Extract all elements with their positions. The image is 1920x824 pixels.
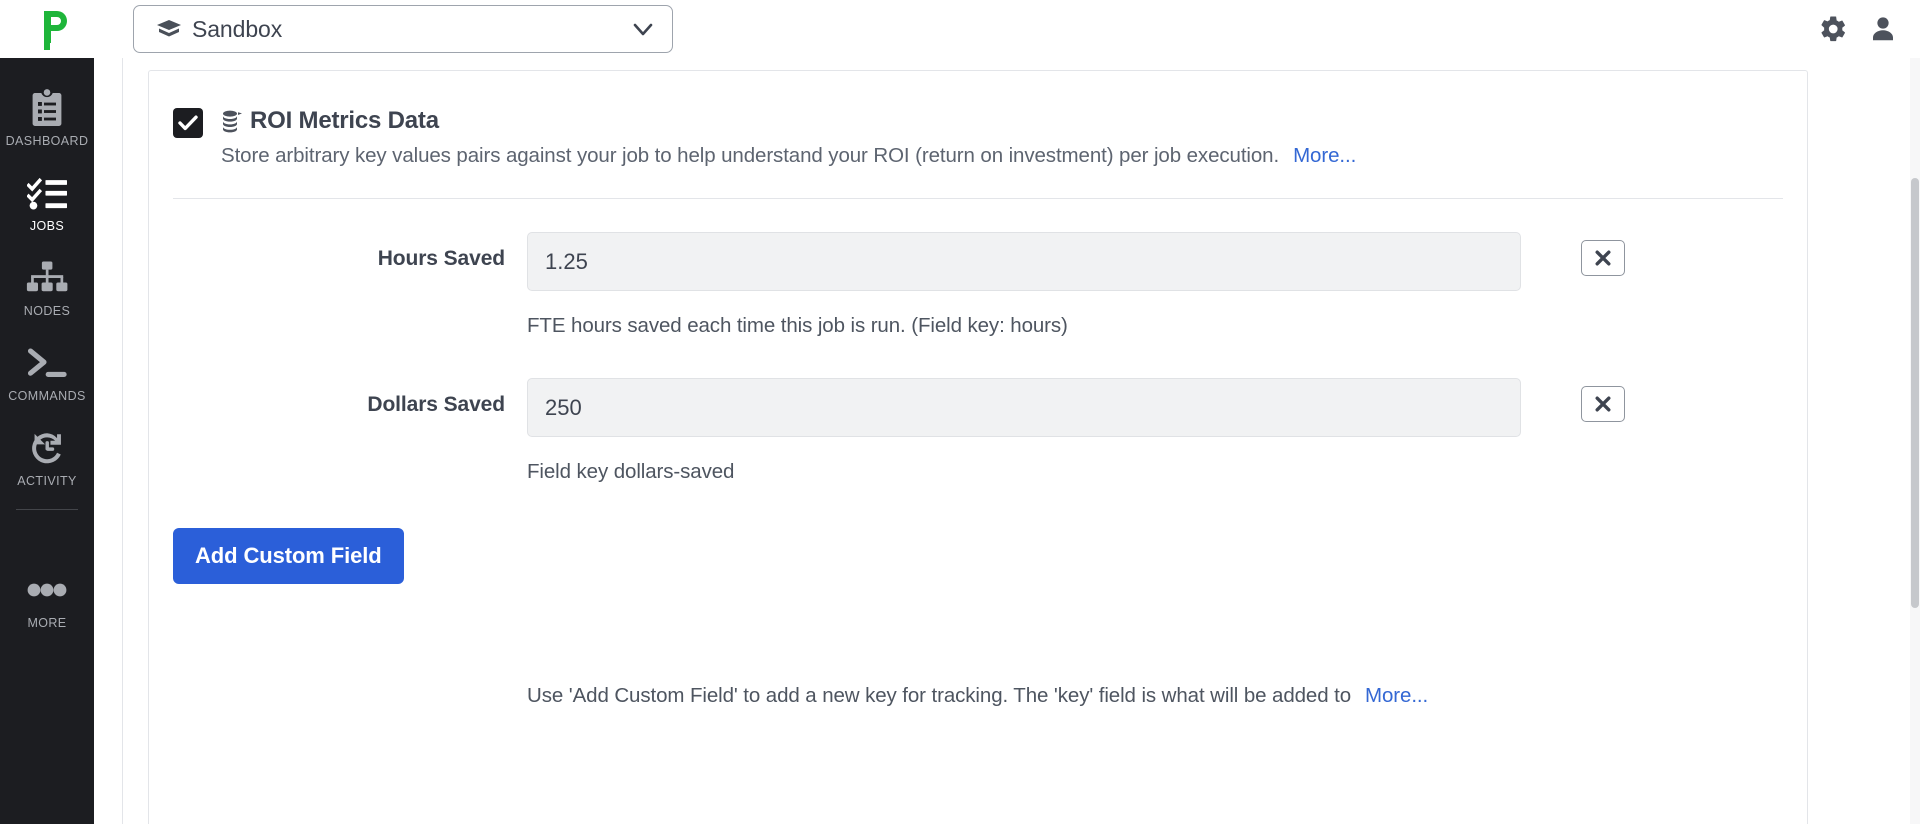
roi-section-title: ROI Metrics Data (250, 107, 439, 134)
coins-icon (221, 109, 243, 133)
sidebar-item-label: MORE (27, 616, 67, 630)
sidebar-item-label: ACTIVITY (17, 474, 77, 488)
add-custom-field-note: Use 'Add Custom Field' to add a new key … (527, 684, 1783, 708)
main-content: ROI Metrics Data Store arbitrary key val… (94, 58, 1920, 824)
roi-metrics-checkbox[interactable] (173, 108, 203, 138)
add-custom-field-row: Add Custom Field (173, 528, 1783, 584)
roi-description-text: Store arbitrary key values pairs against… (221, 144, 1280, 167)
ellipsis-icon (25, 569, 69, 611)
close-x-icon (1595, 396, 1611, 412)
section-divider (173, 198, 1783, 199)
roi-description-more-link[interactable]: More... (1293, 144, 1356, 167)
roi-section-header: ROI Metrics Data Store arbitrary key val… (173, 107, 1783, 168)
top-bar: Sandbox (0, 0, 1920, 58)
close-x-icon (1595, 250, 1611, 266)
sidebar-item-nodes[interactable]: NODES (0, 244, 94, 329)
roi-section-description: Store arbitrary key values pairs against… (221, 144, 1356, 168)
sidebar-item-label: JOBS (29, 219, 65, 233)
tasks-checklist-icon (27, 172, 67, 214)
check-icon (178, 115, 198, 131)
sidebar-item-label: COMMANDS (8, 389, 86, 403)
sidebar-item-jobs[interactable]: JOBS (0, 159, 94, 244)
content-rail (122, 58, 123, 824)
field-label-hours-saved: Hours Saved (377, 247, 505, 270)
sidebar-item-label: NODES (23, 304, 71, 318)
add-custom-field-more-link[interactable]: More... (1365, 684, 1428, 707)
remove-dollars-saved-button[interactable] (1581, 386, 1625, 422)
add-custom-field-button[interactable]: Add Custom Field (173, 528, 404, 584)
sidebar-item-activity[interactable]: ACTIVITY (0, 414, 94, 499)
app-logo[interactable] (0, 0, 115, 58)
chevron-down-icon (630, 16, 656, 42)
hours-saved-help: FTE hours saved each time this job is ru… (527, 314, 1068, 337)
field-row-hours-saved: Hours Saved FTE hours saved each time th… (173, 232, 1783, 338)
tenant-selector[interactable]: Sandbox (133, 5, 673, 53)
users-group-icon (156, 18, 182, 40)
field-row-dollars-saved: Dollars Saved Field key dollars-saved (173, 378, 1783, 484)
sidebar: DASHBOARD JOBS NODES COMMANDS ACTIVITY M… (0, 58, 94, 824)
sidebar-divider (16, 509, 78, 510)
sidebar-item-more[interactable]: MORE (0, 556, 94, 641)
terminal-prompt-icon (26, 342, 68, 384)
sidebar-item-dashboard[interactable]: DASHBOARD (0, 74, 94, 159)
add-custom-field-note-text: Use 'Add Custom Field' to add a new key … (527, 684, 1352, 707)
page-scrollbar-thumb[interactable] (1911, 178, 1919, 608)
pulse-logo-icon (41, 9, 75, 50)
history-clock-icon (28, 427, 66, 469)
user-icon[interactable] (1868, 14, 1898, 44)
top-bar-actions (1818, 14, 1920, 44)
dollars-saved-input[interactable] (527, 378, 1521, 437)
hours-saved-input[interactable] (527, 232, 1521, 291)
field-label-dollars-saved: Dollars Saved (367, 393, 505, 416)
sidebar-item-label: DASHBOARD (5, 134, 89, 148)
page-scrollbar[interactable] (1910, 58, 1920, 824)
clipboard-list-icon (29, 87, 65, 129)
remove-hours-saved-button[interactable] (1581, 240, 1625, 276)
roi-metrics-card: ROI Metrics Data Store arbitrary key val… (148, 70, 1808, 824)
tenant-selector-value: Sandbox (192, 15, 283, 42)
sitemap-icon (26, 257, 68, 299)
sidebar-item-commands[interactable]: COMMANDS (0, 329, 94, 414)
dollars-saved-help: Field key dollars-saved (527, 460, 735, 483)
gear-icon[interactable] (1818, 14, 1848, 44)
